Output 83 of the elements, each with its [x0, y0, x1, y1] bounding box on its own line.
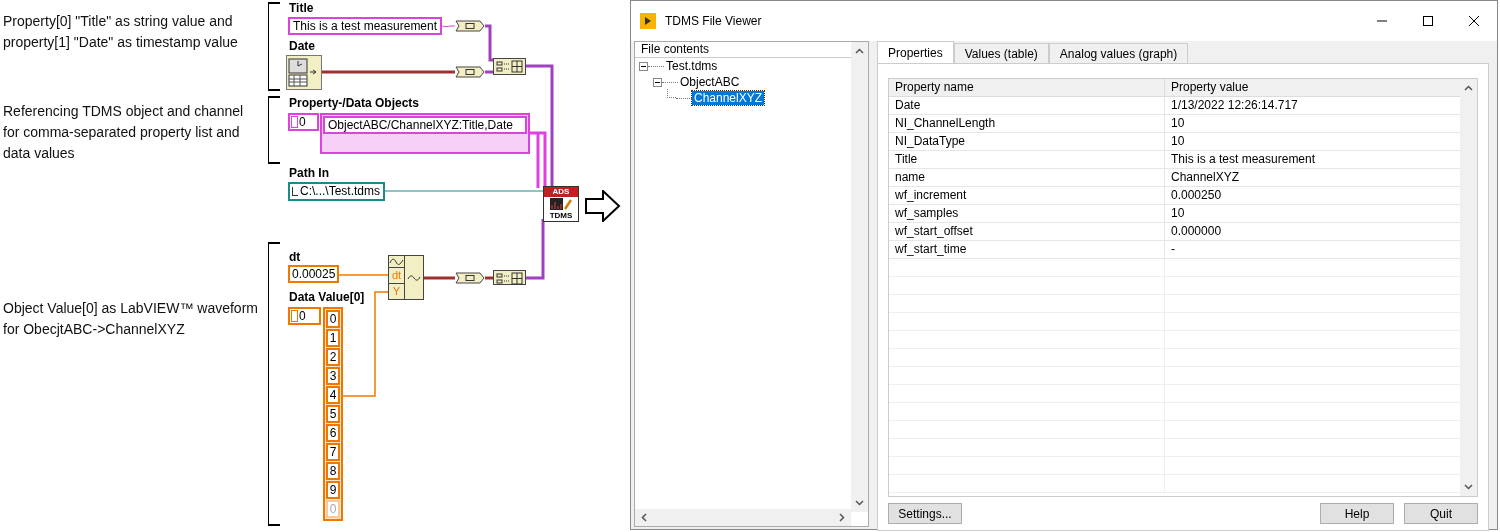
tree-item[interactable]: Test.tdms — [664, 59, 720, 73]
table-cell: NI_DataType — [889, 133, 1165, 150]
array-element: 0 — [326, 500, 340, 518]
string-constant: This is a test measurement — [288, 17, 443, 35]
array-element: 0 — [326, 310, 340, 328]
tab[interactable]: Values (table) — [953, 43, 1049, 63]
index-value: 0 — [299, 114, 306, 131]
table-cell: wf_start_time — [889, 241, 1165, 258]
array-element: 6 — [326, 424, 340, 442]
array-element: 2 — [326, 348, 340, 366]
scrollbar[interactable] — [1460, 79, 1477, 496]
control-label: Data Value[0] — [289, 291, 365, 303]
column-header: File contents — [635, 42, 851, 58]
wire — [336, 274, 389, 276]
table-cell-text: 10 — [1170, 205, 1186, 222]
tab[interactable]: Analog values (graph) — [1048, 43, 1189, 63]
conversion-node-icon — [455, 20, 485, 32]
annotation-text: Object Value[0] as LabVIEW™ waveform for ObecjtABC->ChannelXYZ — [3, 299, 259, 339]
app-logo-icon — [640, 13, 656, 29]
control-label: Date — [289, 40, 315, 52]
node-caption: TDMS — [549, 211, 573, 221]
wire — [526, 219, 545, 280]
node-caption: ADS — [544, 187, 578, 197]
spinner-icon — [291, 116, 298, 128]
annotation-text: Property[0] "Title" as string value and property[1] "Date" as timestamp value — [3, 12, 239, 52]
table-cell-text: This is a test measurement — [1170, 151, 1317, 168]
input-terminal: Y — [389, 283, 404, 299]
dialog-button[interactable]: Settings... — [888, 503, 962, 524]
table-cell-text: 10 — [1170, 133, 1186, 150]
table-cell: name — [889, 169, 1165, 186]
dialog-button[interactable]: Quit — [1404, 503, 1478, 524]
input-terminal: dt — [389, 267, 404, 283]
table-cell: wf_samples — [889, 205, 1165, 222]
bracket — [268, 96, 281, 164]
table-cell-text: 0.000000 — [1170, 223, 1223, 240]
tree-item[interactable]: ChannelXYZ — [692, 91, 765, 105]
table-cell: Date — [889, 97, 1165, 114]
numeric-constant: 0.00025 — [288, 265, 340, 283]
path-icon — [292, 187, 298, 196]
control-label: Property-/Data Objects — [289, 97, 420, 109]
table-cell: NI_ChannelLength — [889, 115, 1165, 132]
collapse-toggle[interactable] — [653, 77, 662, 87]
table-cell: Title — [889, 151, 1165, 168]
scrollbar[interactable] — [635, 509, 851, 526]
control-label: dt — [289, 251, 301, 263]
control-label: Title — [289, 2, 314, 14]
column-header[interactable]: Property name — [889, 79, 1165, 96]
array-element: 5 — [326, 405, 340, 423]
index-value: 0 — [299, 308, 306, 325]
annotation-text: Referencing TDMS object and channel for comma-separated property list and data values — [3, 102, 245, 163]
waveform-icon — [389, 256, 404, 267]
table-cell: wf_start_offset — [889, 223, 1165, 240]
conversion-node-icon — [455, 272, 485, 284]
array-element: 9 — [326, 481, 340, 499]
table-cell-text: 0.000250 — [1170, 187, 1223, 204]
spinner-icon — [291, 310, 298, 322]
scrollbar[interactable] — [851, 42, 868, 512]
dialog-button[interactable]: Help — [1320, 503, 1394, 524]
collapse-toggle[interactable] — [639, 61, 648, 71]
conversion-node-icon — [455, 66, 485, 78]
table-cell-text: 1/13/2022 12:26:14.717 — [1170, 97, 1299, 114]
array-element: ObjectABC/ChannelXYZ:Title,Date — [323, 116, 527, 134]
array-node-icon — [493, 270, 526, 285]
table-cell: wf_increment — [889, 187, 1165, 204]
column-header[interactable]: Property value — [1165, 79, 1460, 96]
array-element: 4 — [326, 386, 340, 404]
waveform-icon — [407, 273, 421, 282]
array-element: 3 — [326, 367, 340, 385]
timestamp-node-icon — [286, 55, 322, 90]
path-value: C:\...\Test.tdms — [300, 184, 380, 199]
array-element: 8 — [326, 462, 340, 480]
array-element: 7 — [326, 443, 340, 461]
table-cell-text: - — [1170, 241, 1176, 258]
tree-item[interactable]: ObjectABC — [678, 75, 742, 89]
right-arrow-icon — [585, 190, 621, 222]
window-title: TDMS File Viewer — [665, 13, 762, 30]
table-cell-text: 10 — [1170, 115, 1186, 132]
array-element: 1 — [326, 329, 340, 347]
table-cell-text: ChannelXYZ — [1170, 169, 1241, 186]
chart-pencil-icon — [549, 197, 573, 211]
array-node-icon — [493, 58, 526, 75]
tab[interactable]: Properties — [877, 41, 954, 63]
control-label: Path In — [289, 167, 329, 179]
